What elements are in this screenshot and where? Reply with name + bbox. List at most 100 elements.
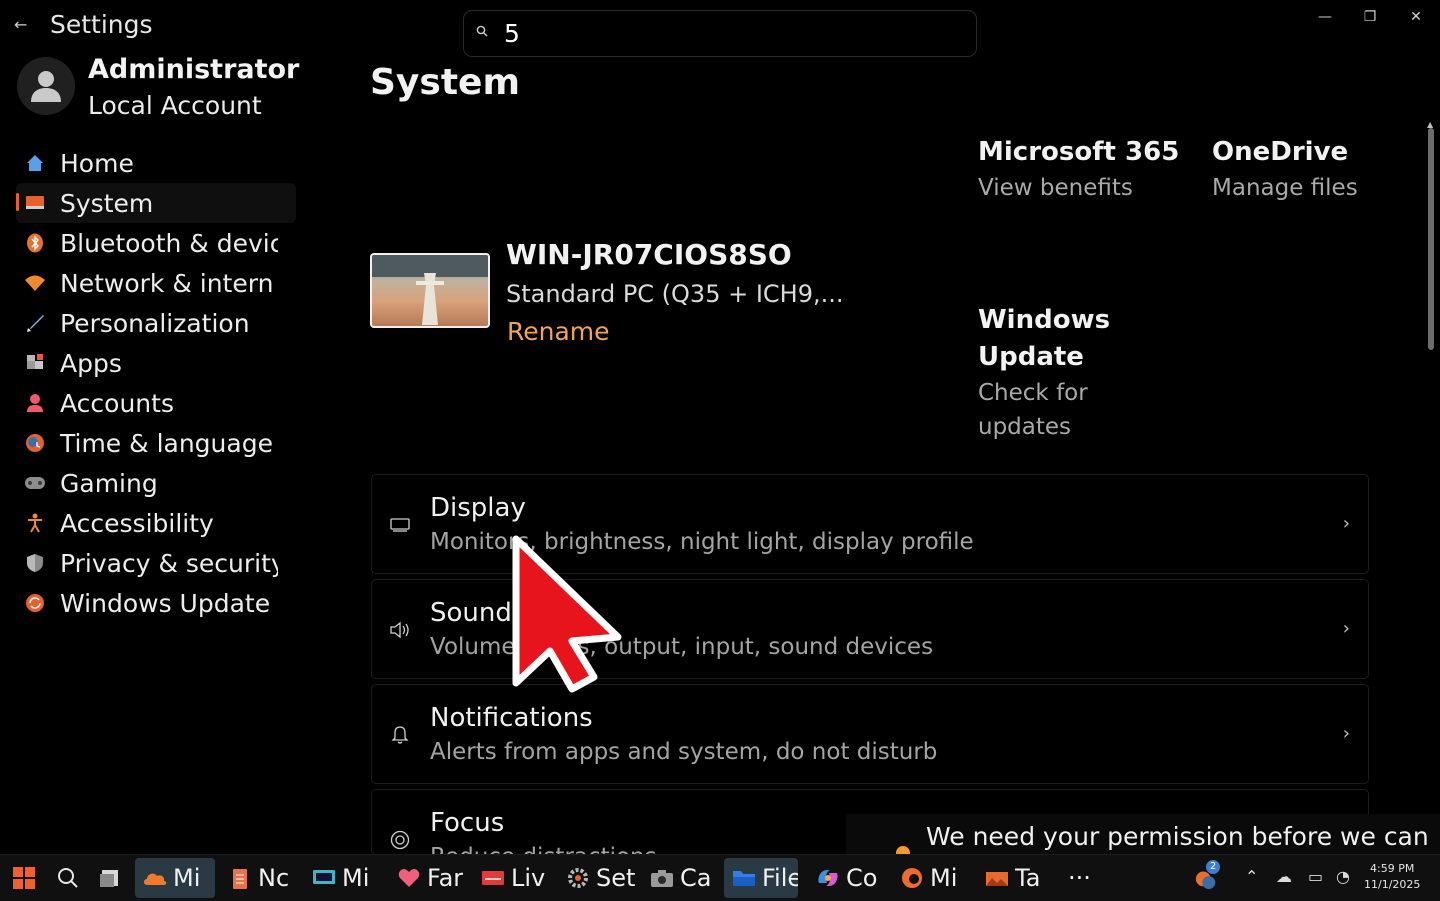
toast-message: We need your permission before we can	[926, 822, 1429, 851]
taskbar-app-onedrive[interactable]: Mi	[135, 858, 215, 898]
taskbar-app-favorites[interactable]: Far	[389, 858, 469, 898]
sidebar-item-label: Gaming	[60, 468, 158, 498]
promo-link[interactable]: Manage files	[1212, 171, 1358, 205]
time-language-icon	[24, 432, 46, 454]
sidebar-item-privacy[interactable]: Privacy & security	[16, 543, 296, 583]
sidebar-item-personalization[interactable]: Personalization	[16, 303, 296, 343]
device-name: WIN-JR07CIOS8SO	[506, 238, 792, 271]
sidebar-item-network[interactable]: Network & intern	[16, 263, 296, 303]
close-button[interactable]: ✕	[1398, 6, 1434, 30]
sidebar-item-label: System	[60, 188, 154, 218]
maximize-button[interactable]: ❐	[1352, 6, 1388, 30]
sidebar-item-label: Bluetooth & devic	[60, 228, 278, 258]
brush-icon	[24, 312, 46, 334]
sidebar-item-label: Windows Update	[60, 588, 271, 618]
copilot-icon	[816, 866, 840, 890]
promo-link-line2[interactable]: updates	[978, 410, 1110, 444]
taskbar-app-label: Mi	[930, 864, 958, 892]
promo-onedrive[interactable]: OneDrive Manage files	[1212, 134, 1358, 205]
network-icon[interactable]: ▭	[1308, 867, 1323, 886]
promo-title-line1: Windows	[978, 305, 1111, 335]
taskbar-app-file-explorer[interactable]: File	[724, 858, 798, 898]
accessibility-icon	[24, 512, 46, 534]
taskbar-app-label: Ta	[1015, 864, 1041, 892]
taskbar-app-notepad[interactable]: Nc	[220, 858, 300, 898]
card-subtitle: Alerts from apps and system, do not dist…	[430, 739, 938, 765]
search-input[interactable]: 5	[463, 10, 977, 57]
taskbar-widget-button[interactable]: 2	[1186, 858, 1226, 898]
sidebar-item-windows-update[interactable]: Windows Update	[16, 583, 296, 623]
taskbar-app-label: Co	[846, 864, 878, 892]
promo-windows-update[interactable]: Windows Update Check for updates	[978, 302, 1110, 444]
notepad-icon	[228, 866, 252, 890]
chevron-right-icon: ›	[1342, 513, 1350, 534]
app-title: Settings	[50, 10, 153, 39]
scrollbar-thumb[interactable]	[1428, 128, 1434, 350]
taskbar-app-label: Set	[596, 864, 636, 892]
sidebar-item-accounts[interactable]: Accounts	[16, 383, 296, 423]
search-icon	[476, 25, 488, 37]
camera-icon	[650, 866, 674, 890]
clock-date: 11/1/2025	[1364, 878, 1421, 891]
sidebar-item-time-language[interactable]: Time & language	[16, 423, 296, 463]
back-arrow-icon[interactable]: ←	[14, 14, 36, 36]
taskbar-app-label: Liv	[511, 864, 546, 892]
notification-badge: 2	[1206, 860, 1220, 874]
onedrive-icon	[143, 866, 167, 890]
taskbar-app-label: Mi	[173, 864, 201, 892]
volume-icon[interactable]: ◔	[1336, 867, 1350, 886]
taskbar-search-button[interactable]	[48, 858, 86, 898]
taskbar-app-label: Ca	[680, 864, 712, 892]
accounts-icon	[24, 392, 46, 414]
promo-link-line1[interactable]: Check for	[978, 376, 1110, 410]
bell-icon	[388, 723, 412, 747]
sidebar-item-label: Accessibility	[60, 508, 214, 538]
taskbar-app-media[interactable]: Mi	[304, 858, 384, 898]
taskbar-app-live[interactable]: Liv	[473, 858, 553, 898]
profile-account-type: Local Account	[88, 91, 262, 120]
cloud-offline-icon[interactable]: ☁	[1276, 867, 1292, 886]
permission-toast[interactable]: We need your permission before we can	[846, 814, 1440, 854]
task-view-button[interactable]	[90, 858, 128, 898]
shield-icon	[24, 552, 46, 574]
avatar[interactable]	[17, 57, 75, 115]
taskbar-app-ta[interactable]: Ta	[977, 858, 1057, 898]
search-icon	[56, 866, 80, 890]
sidebar-item-apps[interactable]: Apps	[16, 343, 296, 383]
file-explorer-icon	[732, 866, 756, 890]
bluetooth-icon	[24, 232, 46, 254]
gaming-icon	[24, 472, 46, 494]
taskbar-app-camera[interactable]: Ca	[642, 858, 722, 898]
system-clock[interactable]: 4:59 PM 11/1/2025	[1364, 861, 1420, 893]
search-value[interactable]: 5	[504, 19, 520, 48]
sidebar-item-label: Apps	[60, 348, 122, 378]
media-icon	[312, 866, 336, 890]
focus-icon	[388, 828, 412, 852]
settings-card-notifications[interactable]: Notifications Alerts from apps and syste…	[371, 684, 1369, 784]
heart-icon	[397, 866, 421, 890]
windows-update-icon	[24, 592, 46, 614]
taskbar-app-settings[interactable]: Set	[558, 858, 638, 898]
sidebar-item-label: Time & language	[60, 428, 273, 458]
system-icon	[24, 192, 46, 214]
sidebar-item-home[interactable]: Home	[16, 143, 296, 183]
chevron-up-icon[interactable]: ⌃	[1245, 867, 1258, 886]
minimize-button[interactable]: —	[1307, 6, 1343, 30]
start-button[interactable]	[4, 858, 42, 898]
taskbar-app-copilot[interactable]: Co	[808, 858, 888, 898]
sidebar-item-bluetooth[interactable]: Bluetooth & devic	[16, 223, 296, 263]
apps-icon	[24, 352, 46, 374]
taskbar-overflow-button[interactable]: ···	[1062, 858, 1096, 898]
promo-microsoft-365[interactable]: Microsoft 365 View benefits	[978, 134, 1179, 205]
card-title: Sound	[430, 598, 512, 628]
rename-link[interactable]: Rename	[507, 317, 610, 346]
sidebar-item-gaming[interactable]: Gaming	[16, 463, 296, 503]
sidebar-item-accessibility[interactable]: Accessibility	[16, 503, 296, 543]
promo-link[interactable]: View benefits	[978, 171, 1179, 205]
settings-gear-icon	[566, 866, 590, 890]
sidebar-item-label: Privacy & security	[60, 548, 278, 578]
card-title: Focus	[430, 808, 505, 838]
taskbar-app-edge[interactable]: Mi	[892, 858, 972, 898]
user-icon	[31, 71, 61, 102]
sidebar-item-system[interactable]: System	[16, 183, 296, 223]
